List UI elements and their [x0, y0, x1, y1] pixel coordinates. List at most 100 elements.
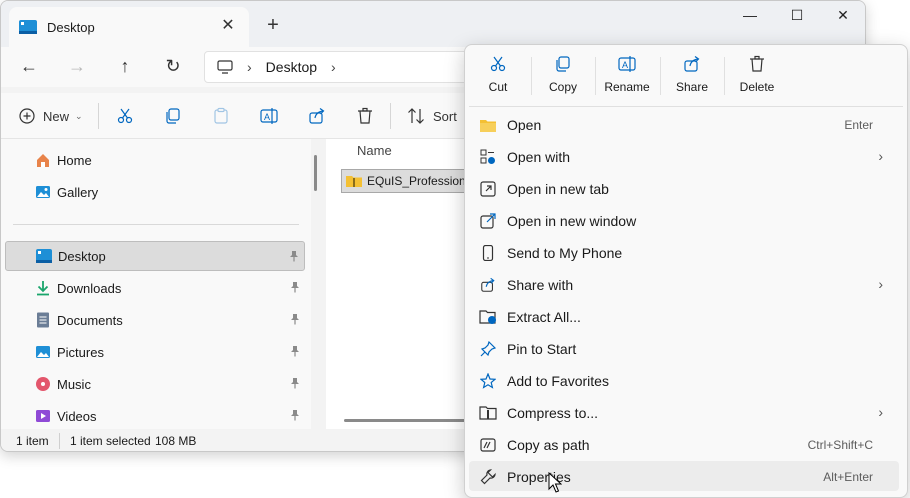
copy-button[interactable]: [164, 103, 182, 129]
sidebar-item-desktop[interactable]: Desktop: [5, 241, 305, 271]
share-button[interactable]: [308, 103, 326, 129]
zip-folder-icon: [346, 176, 362, 187]
phone-icon: [479, 244, 497, 262]
sidebar-item-documents[interactable]: Documents: [5, 305, 305, 335]
file-row-selected[interactable]: EQuIS_Professional: [341, 169, 481, 193]
menu-item-shortcut: Ctrl+Shift+C: [807, 438, 873, 452]
up-button[interactable]: ↑: [112, 55, 138, 79]
menu-item-label: Send to My Phone: [507, 245, 623, 261]
home-icon: [35, 152, 51, 168]
close-window-button[interactable]: ✕: [826, 7, 860, 29]
pin-icon[interactable]: [288, 250, 300, 262]
sort-icon: [408, 108, 424, 124]
copy-path-icon: [479, 436, 497, 454]
column-header-name[interactable]: Name: [357, 143, 392, 158]
context-cut-label: Cut: [488, 80, 508, 94]
desktop-icon: [19, 20, 37, 34]
maximize-button[interactable]: ☐: [780, 7, 814, 29]
mouse-cursor-icon: [548, 472, 562, 493]
breadcrumb-desktop[interactable]: Desktop: [266, 59, 317, 75]
menu-item-send-to-phone[interactable]: Send to My Phone: [469, 237, 899, 267]
chevron-right-icon: ›: [878, 148, 883, 164]
share-icon: [684, 56, 700, 72]
computer-icon: [217, 60, 233, 74]
minimize-button[interactable]: —: [733, 7, 767, 29]
menu-item-label: Open with: [507, 149, 571, 165]
menu-item-open-new-tab[interactable]: Open in new tab: [469, 173, 899, 203]
sidebar-item-label: Videos: [57, 408, 97, 424]
pin-icon[interactable]: [289, 313, 301, 325]
trash-icon: [750, 55, 764, 72]
context-menu-divider: [469, 106, 903, 107]
menu-item-share-with[interactable]: Share with ›: [469, 269, 899, 299]
context-cut-button[interactable]: Cut: [466, 53, 530, 99]
status-selected: 1 item selected: [70, 434, 151, 448]
back-button[interactable]: ←: [16, 55, 42, 79]
sidebar-item-label: Downloads: [57, 280, 122, 296]
delete-button[interactable]: [356, 103, 374, 129]
context-delete-label: Delete: [739, 80, 775, 94]
sidebar-item-videos[interactable]: Videos: [5, 401, 305, 431]
share-icon: [309, 108, 325, 124]
sort-button[interactable]: Sort: [407, 103, 457, 129]
sidebar-item-label: Pictures: [57, 344, 104, 360]
rename-button[interactable]: A: [260, 103, 278, 129]
new-button[interactable]: New ⌄: [19, 103, 83, 129]
copy-icon: [556, 56, 570, 72]
pin-icon[interactable]: [289, 409, 301, 421]
sidebar-item-label: Desktop: [58, 248, 106, 264]
menu-item-properties[interactable]: Properties Alt+Enter: [469, 461, 899, 491]
refresh-button[interactable]: ↻: [160, 55, 186, 79]
videos-icon: [35, 408, 51, 424]
sidebar-item-gallery[interactable]: Gallery: [5, 177, 305, 207]
horizontal-scrollbar[interactable]: [344, 419, 474, 422]
menu-item-label: Open in new tab: [507, 181, 609, 197]
paste-button[interactable]: [212, 103, 230, 129]
context-delete-button[interactable]: Delete: [725, 53, 789, 99]
sidebar-item-home[interactable]: Home: [5, 145, 305, 175]
rename-icon: A: [618, 56, 636, 72]
menu-item-compress-to[interactable]: Compress to... ›: [469, 397, 899, 427]
menu-item-open-with[interactable]: Open with ›: [469, 141, 899, 171]
pin-icon[interactable]: [289, 345, 301, 357]
menu-item-pin-to-start[interactable]: Pin to Start: [469, 333, 899, 363]
music-icon: [35, 376, 51, 392]
tab-desktop[interactable]: Desktop ✕: [9, 7, 249, 47]
context-share-label: Share: [675, 80, 709, 94]
svg-text:A: A: [264, 112, 270, 122]
divider: [98, 103, 99, 129]
share-with-icon: [479, 276, 497, 294]
context-copy-label: Copy: [548, 80, 577, 94]
pin-icon[interactable]: [289, 377, 301, 389]
menu-item-label: Copy as path: [507, 437, 590, 453]
menu-item-open-new-window[interactable]: Open in new window: [469, 205, 899, 235]
context-rename-button[interactable]: A Rename: [595, 53, 659, 99]
sidebar-item-pictures[interactable]: Pictures: [5, 337, 305, 367]
gallery-icon: [35, 184, 51, 200]
context-share-button[interactable]: Share: [660, 53, 724, 99]
extract-icon: [479, 308, 497, 326]
svg-text:A: A: [622, 60, 628, 70]
sidebar-item-downloads[interactable]: Downloads: [5, 273, 305, 303]
divider: [390, 103, 391, 129]
menu-item-add-to-favorites[interactable]: Add to Favorites: [469, 365, 899, 395]
new-window-icon: [479, 212, 497, 230]
new-label: New: [43, 108, 70, 124]
menu-item-extract-all[interactable]: Extract All...: [469, 301, 899, 331]
new-tab-button[interactable]: +: [263, 15, 283, 35]
sidebar-divider: [13, 224, 299, 225]
close-tab-icon[interactable]: ✕: [219, 17, 237, 35]
sidebar-scrollbar[interactable]: [314, 155, 317, 191]
sidebar-item-music[interactable]: Music: [5, 369, 305, 399]
menu-item-copy-as-path[interactable]: Copy as path Ctrl+Shift+C: [469, 429, 899, 459]
cut-button[interactable]: [116, 103, 134, 129]
menu-item-label: Share with: [507, 277, 574, 293]
pin-icon[interactable]: [289, 281, 301, 293]
context-rename-label: Rename: [604, 80, 650, 94]
open-with-icon: [479, 148, 497, 166]
menu-item-open[interactable]: Open Enter: [469, 109, 899, 139]
context-copy-button[interactable]: Copy: [531, 53, 595, 99]
forward-button[interactable]: →: [64, 55, 90, 79]
sidebar-item-label: Gallery: [57, 184, 99, 200]
sidebar-item-label: Documents: [57, 312, 123, 328]
